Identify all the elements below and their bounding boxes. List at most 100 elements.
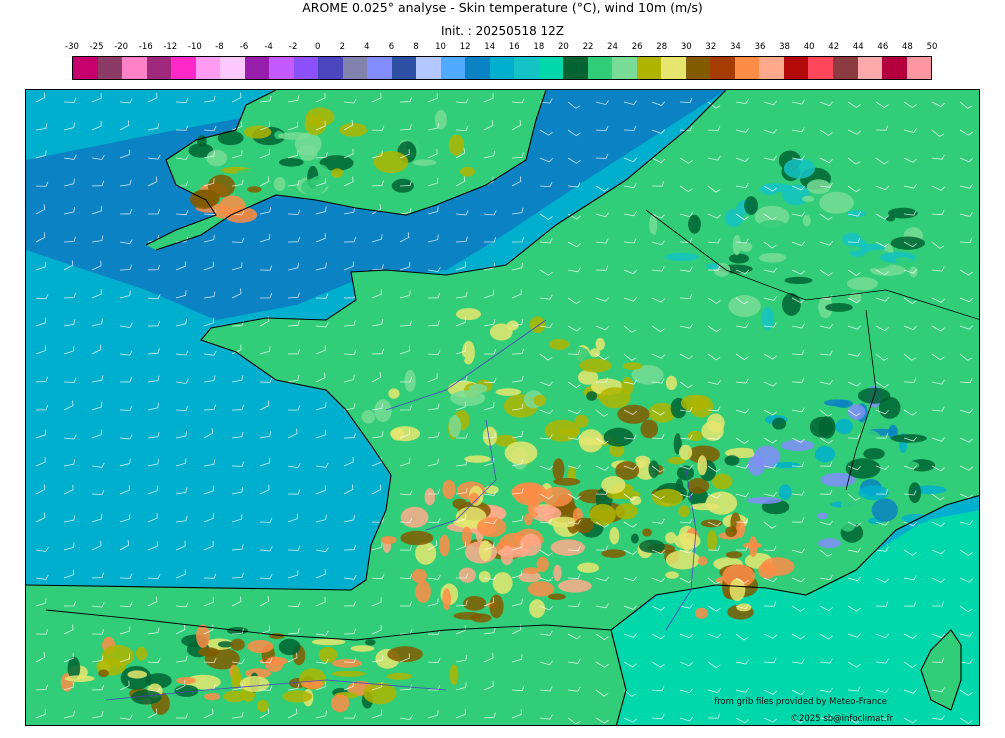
map-canvas (26, 90, 979, 725)
temperature-patch (489, 594, 504, 619)
temperature-patch (778, 529, 810, 537)
temperature-patch (495, 351, 512, 371)
temperature-patch (548, 593, 566, 600)
temperature-patch (98, 669, 109, 678)
temperature-patch (522, 567, 540, 575)
temperature-patch (817, 512, 829, 520)
temperature-patch (361, 410, 375, 424)
colorbar-tick-label: 8 (413, 42, 419, 52)
colorbar-swatch (685, 57, 711, 79)
colorbar-swatch (882, 57, 907, 79)
temperature-patch (495, 388, 521, 396)
temperature-patch (476, 517, 507, 538)
temperature-patch (589, 503, 616, 526)
temperature-patch (524, 513, 533, 526)
temperature-patch (725, 526, 737, 537)
colorbar-swatch (220, 57, 245, 79)
colorbar-tick-label: 50 (926, 42, 938, 52)
colorbar-tick-label: 12 (459, 42, 471, 52)
temperature-patch (724, 455, 740, 466)
temperature-patch (448, 414, 462, 438)
colorbar-swatch (489, 57, 515, 79)
colorbar-tick-label: 36 (754, 42, 766, 52)
temperature-patch (871, 498, 898, 522)
temperature-patch (665, 375, 678, 391)
temperature-patch (728, 253, 750, 264)
temperature-patch (823, 399, 850, 407)
temperature-patch (890, 236, 925, 250)
temperature-patch (388, 388, 400, 399)
temperature-patch (774, 462, 801, 469)
temperature-patch (845, 458, 881, 479)
temperature-patch (712, 473, 733, 490)
temperature-patch (651, 251, 661, 269)
temperature-patch (760, 557, 795, 576)
temperature-patch (630, 533, 639, 544)
temperature-patch (217, 130, 244, 146)
temperature-patch (648, 460, 660, 478)
temperature-patch (230, 638, 245, 651)
colorbar-swatch (97, 57, 123, 79)
colorbar-tick-label: 22 (582, 42, 594, 52)
temperature-patch (447, 354, 466, 362)
colorbar-tick-label: 4 (364, 42, 370, 52)
temperature-patch (912, 472, 935, 481)
temperature-patch (64, 675, 95, 682)
temperature-patch (885, 215, 896, 222)
temperature-patch (640, 419, 659, 439)
colorbar-tick-label: 6 (388, 42, 395, 52)
temperature-patch (294, 132, 322, 156)
temperature-patch (819, 191, 854, 214)
colorbar-tick-label: -4 (264, 42, 273, 52)
temperature-patch (492, 572, 513, 594)
colorbar-tick-label: 32 (705, 42, 717, 52)
temperature-patch (863, 448, 885, 460)
temperature-patch (639, 539, 665, 553)
temperature-patch (609, 527, 620, 545)
colorbar-tick-label: 38 (779, 42, 790, 52)
temperature-patch (725, 551, 743, 559)
temperature-patch (601, 549, 626, 558)
temperature-patch (706, 263, 719, 270)
temperature-colorbar (72, 56, 932, 80)
temperature-patch (424, 488, 436, 506)
temperature-patch (373, 151, 409, 174)
temperature-patch (621, 377, 634, 396)
temperature-patch (247, 186, 262, 193)
colorbar-swatch (122, 57, 147, 79)
colorbar-tick-label: 2 (339, 42, 345, 52)
temperature-patch (579, 358, 612, 373)
colorbar-swatch (587, 57, 613, 79)
colorbar-tick-label: -12 (163, 42, 178, 52)
temperature-patch (449, 664, 459, 686)
temperature-patch (701, 421, 724, 441)
temperature-patch (489, 323, 513, 341)
temperature-patch (471, 613, 492, 623)
temperature-patch (380, 536, 397, 544)
temperature-patch (886, 521, 900, 529)
temperature-patch (697, 455, 708, 476)
temperature-patch (622, 362, 643, 370)
temperature-patch (442, 479, 456, 500)
temperature-patch (257, 699, 269, 713)
temperature-patch (500, 545, 514, 566)
temperature-patch (892, 197, 921, 208)
temperature-patch (574, 517, 594, 534)
temperature-patch (783, 158, 816, 179)
temperature-patch (269, 633, 285, 640)
temperature-patch (391, 428, 405, 441)
temperature-map (25, 89, 980, 726)
temperature-patch (595, 337, 605, 351)
colorbar-swatch (367, 57, 392, 79)
init-time: Init. : 20250518 12Z (440, 24, 565, 38)
temperature-patch (339, 123, 368, 137)
temperature-patch (814, 446, 836, 463)
temperature-patch (732, 234, 742, 256)
temperature-patch (386, 672, 412, 680)
temperature-patch (504, 441, 538, 465)
temperature-patch (330, 694, 350, 713)
colorbar-swatch (146, 57, 172, 79)
temperature-patch (736, 603, 752, 612)
temperature-patch (825, 303, 853, 312)
colorbar-swatch (269, 57, 294, 79)
